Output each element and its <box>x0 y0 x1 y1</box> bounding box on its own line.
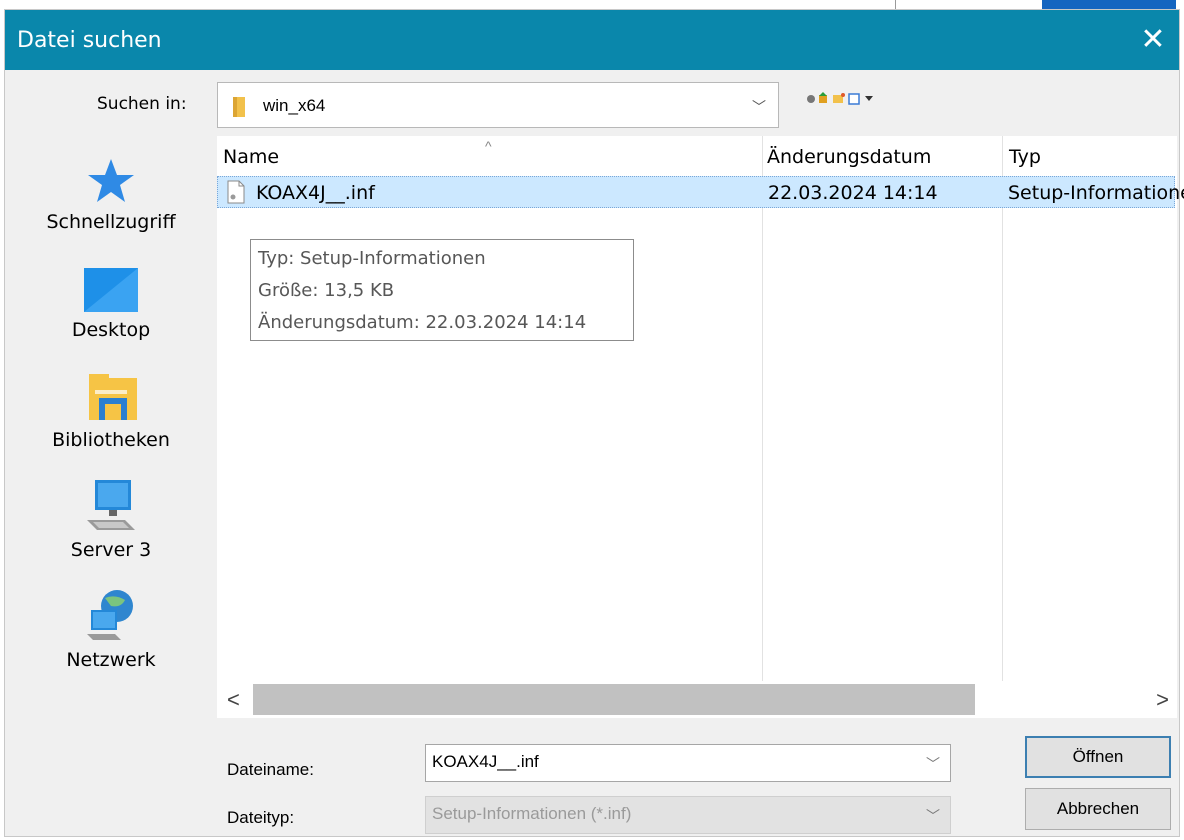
title-bar: Datei suchen ✕ <box>5 10 1179 70</box>
file-open-dialog: Datei suchen ✕ Suchen in: win_x64 ﹀ Schn… <box>5 10 1184 836</box>
tooltip-size: Größe: 13,5 KB <box>258 280 395 301</box>
place-server-3[interactable]: Server 3 <box>21 478 201 561</box>
column-separator[interactable] <box>1002 136 1003 681</box>
look-in-label: Suchen in: <box>97 94 187 114</box>
file-name-cell: KOAX4J__.inf <box>256 182 375 204</box>
scroll-left-icon[interactable]: < <box>227 687 240 713</box>
open-button[interactable]: Öffnen <box>1025 736 1171 778</box>
filename-label: Dateiname: <box>227 760 314 779</box>
up-folder-icon[interactable] <box>819 92 827 103</box>
folder-icon <box>233 97 245 117</box>
look-in-value: win_x64 <box>263 96 326 115</box>
scroll-right-icon[interactable]: > <box>1156 687 1169 713</box>
look-in-combo[interactable]: win_x64 ﹀ <box>217 82 779 128</box>
scrollbar-thumb[interactable] <box>253 684 975 715</box>
place-label: Netzwerk <box>66 649 156 671</box>
filetype-select[interactable]: Setup-Informationen (*.inf) ﹀ <box>425 796 951 834</box>
chevron-down-icon[interactable]: ﹀ <box>926 754 940 774</box>
column-header-type[interactable]: Typ <box>1009 146 1041 168</box>
place-quick-access[interactable]: Schnellzugriff <box>21 156 201 233</box>
background-accent <box>1042 0 1176 10</box>
network-icon <box>87 590 133 640</box>
file-info-tooltip: Typ: Setup-Informationen Größe: 13,5 KB … <box>250 239 634 341</box>
tooltip-date: Änderungsdatum: 22.03.2024 14:14 <box>258 312 587 333</box>
place-network[interactable]: Netzwerk <box>21 588 201 671</box>
chevron-down-icon[interactable]: ﹀ <box>926 806 940 826</box>
place-desktop[interactable]: Desktop <box>21 266 201 341</box>
cancel-button[interactable]: Abbrechen <box>1025 788 1171 830</box>
background-divider <box>895 0 896 10</box>
place-libraries[interactable]: Bibliotheken <box>21 372 201 451</box>
libraries-icon <box>89 374 137 420</box>
dialog-title: Datei suchen <box>17 28 162 53</box>
sort-ascending-icon: ^ <box>485 138 492 154</box>
star-icon <box>88 159 134 202</box>
place-label: Schnellzugriff <box>46 211 176 233</box>
place-label: Desktop <box>71 319 151 341</box>
column-header-date[interactable]: Änderungsdatum <box>767 146 931 168</box>
filename-value: KOAX4J__.inf <box>432 752 539 771</box>
horizontal-scrollbar[interactable]: < > <box>217 681 1177 718</box>
background-strip <box>0 0 1184 10</box>
file-date-cell: 22.03.2024 14:14 <box>768 182 938 204</box>
view-menu-icon[interactable] <box>848 93 873 105</box>
desktop-icon <box>84 268 138 312</box>
column-separator[interactable] <box>762 136 763 681</box>
chevron-down-icon[interactable]: ﹀ <box>752 97 766 117</box>
file-type-cell: Setup-Informationen <box>1008 182 1184 204</box>
inf-file-icon <box>227 180 245 204</box>
computer-icon <box>87 480 135 530</box>
filetype-value: Setup-Informationen (*.inf) <box>432 804 632 823</box>
column-header-name[interactable]: Name <box>223 146 279 168</box>
places-bar: Schnellzugriff Desktop Bibliotheken Serv… <box>21 136 201 840</box>
filename-input[interactable]: KOAX4J__.inf ﹀ <box>425 744 951 782</box>
place-label: Bibliotheken <box>52 429 170 451</box>
close-icon[interactable]: ✕ <box>1131 18 1175 62</box>
table-row[interactable]: KOAX4J__.inf 22.03.2024 14:14 Setup-Info… <box>217 176 1184 208</box>
navigation-toolbar <box>807 92 873 105</box>
tooltip-type: Typ: Setup-Informationen <box>258 248 486 269</box>
new-folder-icon[interactable] <box>833 93 845 103</box>
filetype-label: Dateityp: <box>227 808 295 827</box>
back-icon[interactable] <box>807 95 815 103</box>
file-list[interactable]: Name ^ Änderungsdatum Typ KOAX4J__.inf 2… <box>217 136 1184 718</box>
place-label: Server 3 <box>70 539 152 561</box>
